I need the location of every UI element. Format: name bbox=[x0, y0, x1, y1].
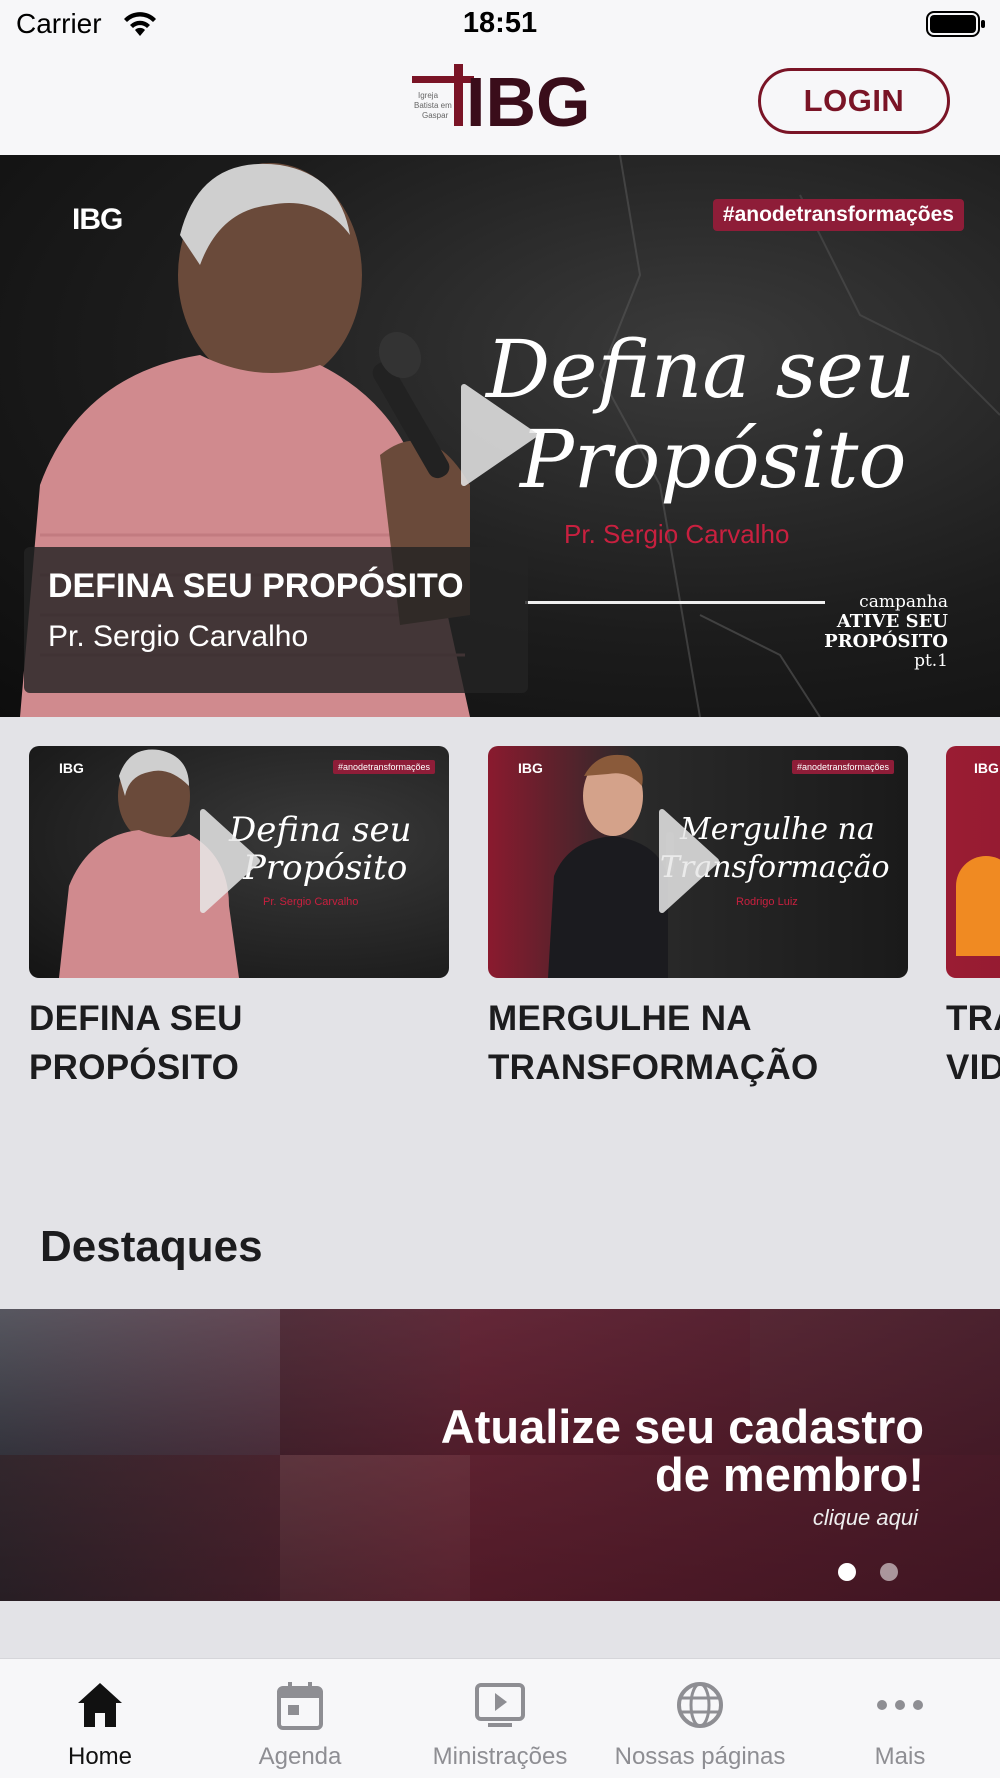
hero-video[interactable]: IBG #anodetransformações Defina seu Prop… bbox=[0, 155, 1000, 717]
banner-cta[interactable]: clique aqui bbox=[813, 1505, 918, 1531]
tab-mais[interactable]: Mais bbox=[800, 1659, 1000, 1778]
highlight-banner[interactable]: Atualize seu cadastro de membro! clique … bbox=[0, 1309, 1000, 1601]
app-header: IBG Igreja Batista em Gaspar LOGIN bbox=[0, 50, 1000, 155]
speaker-shirt bbox=[956, 856, 1000, 956]
tab-home[interactable]: Home bbox=[0, 1659, 200, 1778]
hero-caption: DEFINA SEU PROPÓSITO Pr. Sergio Carvalho bbox=[24, 547, 528, 693]
sermon-carousel[interactable]: IBG #anodetransformações Defina seu Prop… bbox=[0, 717, 1000, 1097]
tab-label: Ministrações bbox=[432, 1743, 568, 1770]
sermon-card[interactable]: IBG TRA VID bbox=[946, 746, 1000, 1092]
thumb-logo: IBG bbox=[518, 760, 543, 776]
thumb-art-line2: Propósito bbox=[243, 848, 408, 888]
hero-caption-subtitle: Pr. Sergio Carvalho bbox=[48, 620, 309, 653]
tab-label: Mais bbox=[874, 1743, 926, 1770]
calendar-icon bbox=[277, 1682, 323, 1730]
tab-bar: Home Agenda Ministrações Nossas páginas bbox=[0, 1658, 1000, 1778]
svg-text:Gaspar: Gaspar bbox=[422, 111, 449, 120]
banner-title: Atualize seu cadastro de membro! bbox=[440, 1400, 924, 1501]
hero-art-author: Pr. Sergio Carvalho bbox=[564, 519, 790, 549]
globe-icon bbox=[677, 1682, 723, 1728]
sermon-card-title[interactable]: MERGULHE NA TRANSFORMAÇÃO bbox=[488, 994, 908, 1092]
home-icon bbox=[78, 1683, 122, 1727]
thumb-art-author: Rodrigo Luiz bbox=[736, 896, 798, 908]
tab-label: Agenda bbox=[258, 1743, 342, 1770]
thumb-logo: IBG bbox=[59, 760, 84, 776]
hero-art-title-line2: Propósito bbox=[520, 413, 907, 506]
tab-agenda[interactable]: Agenda bbox=[200, 1659, 400, 1778]
play-screen-icon bbox=[475, 1683, 525, 1727]
divider-line bbox=[525, 601, 825, 604]
tab-label: Nossas páginas bbox=[614, 1743, 786, 1770]
status-bar: Carrier 18:51 bbox=[0, 0, 1000, 50]
svg-text:Batista em: Batista em bbox=[414, 101, 452, 110]
login-button[interactable]: LOGIN bbox=[758, 68, 950, 134]
hero-art-title-line1: Defina seu bbox=[486, 323, 916, 416]
sermon-thumbnail[interactable]: IBG #anodetransformações Mergulhe na Tra… bbox=[488, 746, 908, 978]
pagination-dot[interactable] bbox=[880, 1563, 898, 1581]
sermon-thumbnail[interactable]: IBG #anodetransformações Defina seu Prop… bbox=[29, 746, 449, 978]
sermon-thumbnail[interactable]: IBG bbox=[946, 746, 1000, 978]
thumb-hashtag: #anodetransformações bbox=[332, 760, 435, 774]
play-icon[interactable] bbox=[458, 383, 538, 487]
campaign-label: campanha ATIVE SEU PROPÓSITO pt.1 bbox=[824, 592, 948, 671]
sermon-card[interactable]: IBG #anodetransformações Mergulhe na Tra… bbox=[488, 746, 908, 1092]
pagination-dot-active[interactable] bbox=[838, 1563, 856, 1581]
tab-nossas-paginas[interactable]: Nossas páginas bbox=[600, 1659, 800, 1778]
clock: 18:51 bbox=[462, 7, 538, 39]
hero-small-logo: IBG bbox=[72, 203, 123, 236]
sermon-card-title[interactable]: DEFINA SEU PROPÓSITO bbox=[29, 994, 449, 1092]
thumb-hashtag: #anodetransformações bbox=[791, 760, 894, 774]
sermon-card[interactable]: IBG #anodetransformações Defina seu Prop… bbox=[29, 746, 449, 1092]
play-icon[interactable] bbox=[197, 806, 263, 916]
hero-caption-title: DEFINA SEU PROPÓSITO bbox=[48, 567, 464, 605]
section-title-highlights: Destaques bbox=[40, 1222, 263, 1271]
battery-icon bbox=[926, 11, 985, 37]
sermon-card-title[interactable]: TRA VID bbox=[946, 994, 1000, 1092]
more-icon bbox=[877, 1700, 923, 1710]
ibg-logo[interactable]: IBG Igreja Batista em Gaspar bbox=[410, 58, 590, 138]
hashtag-badge: #anodetransformações bbox=[712, 199, 964, 231]
tab-ministracoes[interactable]: Ministrações bbox=[400, 1659, 600, 1778]
svg-text:Igreja: Igreja bbox=[418, 91, 439, 100]
logo-text: IBG bbox=[466, 63, 590, 138]
play-icon[interactable] bbox=[656, 806, 722, 916]
thumb-art-author: Pr. Sergio Carvalho bbox=[263, 896, 359, 908]
thumb-logo: IBG bbox=[974, 760, 999, 776]
tab-label: Home bbox=[67, 1743, 133, 1770]
